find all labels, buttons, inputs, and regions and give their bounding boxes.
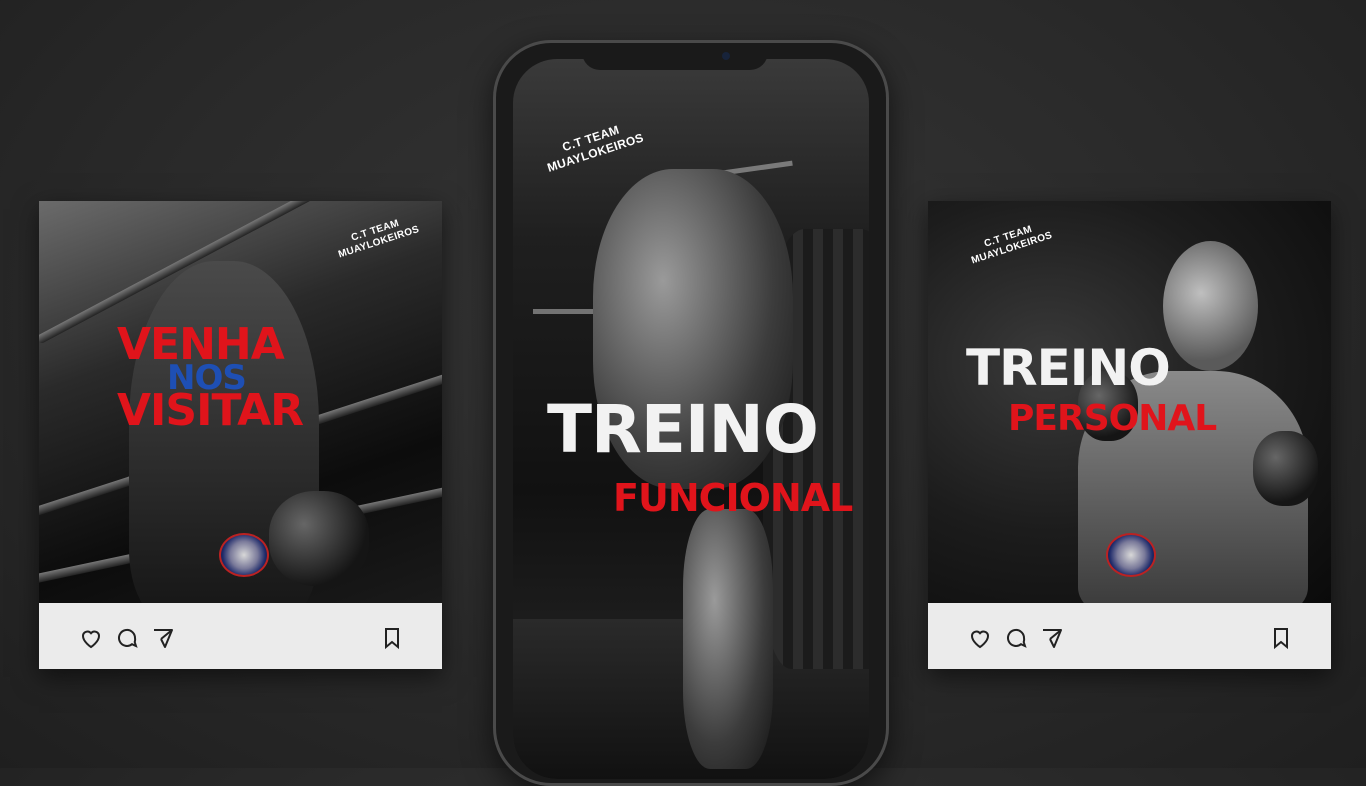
brand-tag: C.T TEAM MUAYLOKEIROS bbox=[966, 219, 1054, 268]
bookmark-icon[interactable] bbox=[1269, 626, 1293, 650]
team-logo bbox=[1106, 533, 1156, 577]
hand-wrap bbox=[1253, 431, 1318, 506]
headline-personal: PERSONAL bbox=[1008, 398, 1217, 439]
boxer-photo: C.T TEAM MUAYLOKEIROS VENHA NOS VISITAR bbox=[39, 201, 442, 603]
share-icon[interactable] bbox=[1040, 626, 1064, 650]
heart-icon[interactable] bbox=[968, 626, 992, 650]
boxing-glove bbox=[269, 491, 369, 586]
phone-notch bbox=[582, 43, 768, 70]
smartphone-mockup: C.T TEAM MUAYLOKEIROS TREINO FUNCIONAL bbox=[493, 40, 889, 786]
action-bar bbox=[928, 603, 1331, 669]
brand-tag: C.T TEAM MUAYLOKEIROS bbox=[541, 116, 646, 176]
action-bar bbox=[39, 603, 442, 669]
front-camera bbox=[722, 52, 730, 60]
share-icon[interactable] bbox=[151, 626, 175, 650]
bookmark-icon[interactable] bbox=[380, 626, 404, 650]
headline-funcional: FUNCIONAL bbox=[613, 476, 853, 520]
woman-head bbox=[1163, 241, 1258, 371]
heart-icon[interactable] bbox=[79, 626, 103, 650]
brand-tag: C.T TEAM MUAYLOKEIROS bbox=[333, 213, 421, 262]
team-logo bbox=[219, 533, 269, 577]
right-instagram-post: C.T TEAM MUAYLOKEIROS TREINO PERSONAL bbox=[928, 201, 1331, 669]
ceiling-light bbox=[533, 309, 593, 314]
phone-screen: C.T TEAM MUAYLOKEIROS TREINO FUNCIONAL bbox=[513, 59, 869, 779]
left-instagram-post: C.T TEAM MUAYLOKEIROS VENHA NOS VISITAR bbox=[39, 201, 442, 669]
headline-treino: TREINO bbox=[547, 391, 819, 468]
comment-icon[interactable] bbox=[1004, 626, 1028, 650]
athlete-leg bbox=[683, 509, 773, 769]
headline-visitar: VISITAR bbox=[117, 385, 304, 436]
woman-fighter-photo: C.T TEAM MUAYLOKEIROS TREINO PERSONAL bbox=[928, 201, 1331, 603]
headline-treino: TREINO bbox=[966, 339, 1171, 397]
comment-icon[interactable] bbox=[115, 626, 139, 650]
